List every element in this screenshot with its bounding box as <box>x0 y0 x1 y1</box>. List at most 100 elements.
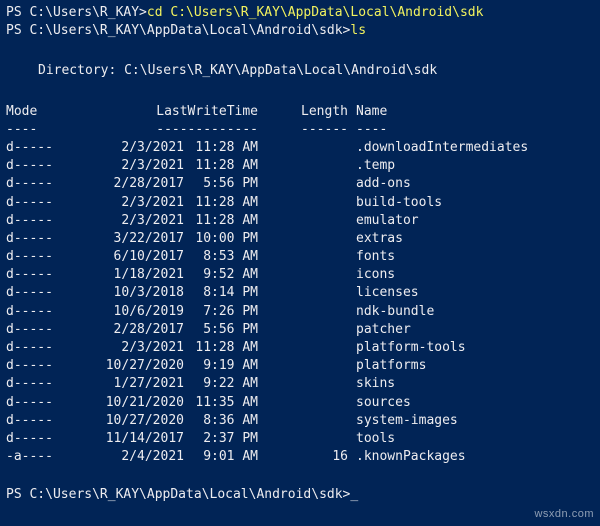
cell-time: 11:28 AM <box>192 212 266 230</box>
table-row: d-----10/21/202011:35 AMsources <box>6 394 594 412</box>
cell-length <box>266 412 356 430</box>
table-row: d-----10/3/20188:14 PM licenses <box>6 284 594 302</box>
cell-name: tools <box>356 430 594 448</box>
cell-time: 9:01 AM <box>192 448 266 466</box>
prompt: PS C:\Users\R_KAY\AppData\Local\Android\… <box>6 486 350 504</box>
cell-time: 5:56 PM <box>192 175 266 193</box>
cell-mode: d----- <box>6 284 72 302</box>
cell-mode: d----- <box>6 266 72 284</box>
cell-mode: d----- <box>6 430 72 448</box>
cell-mode: d----- <box>6 157 72 175</box>
cell-length: 16 <box>266 448 356 466</box>
cell-name: add-ons <box>356 175 594 193</box>
cell-name: icons <box>356 266 594 284</box>
cell-mode: d----- <box>6 212 72 230</box>
table-row: d-----10/27/20208:36 AMsystem-images <box>6 412 594 430</box>
cell-length <box>266 230 356 248</box>
cell-length <box>266 321 356 339</box>
table-row: d-----2/28/20175:56 PMadd-ons <box>6 175 594 193</box>
header-lastwritetime: LastWriteTime <box>72 103 266 121</box>
cell-date: 2/3/2021 <box>72 339 192 357</box>
cell-date: 10/21/2020 <box>72 394 192 412</box>
cursor-icon: _ <box>350 486 358 501</box>
table-row: d-----2/3/202111:28 AMemulator <box>6 212 594 230</box>
table-row: d-----1/27/20219:22 AMskins <box>6 375 594 393</box>
cell-length <box>266 375 356 393</box>
directory-header: Directory: C:\Users\R_KAY\AppData\Local\… <box>6 62 594 80</box>
cell-length <box>266 157 356 175</box>
cell-length <box>266 266 356 284</box>
cell-date: 2/4/2021 <box>72 448 192 466</box>
cell-length <box>266 339 356 357</box>
cell-date: 10/6/2019 <box>72 303 192 321</box>
directory-listing: Mode LastWriteTime Length Name ---- ----… <box>6 103 594 467</box>
table-row: -a----2/4/20219:01 AM16.knownPackages <box>6 448 594 466</box>
cell-date: 2/3/2021 <box>72 157 192 175</box>
cell-mode: -a---- <box>6 448 72 466</box>
table-row: d-----3/22/201710:00 PMextras <box>6 230 594 248</box>
header-dash: ------ <box>266 121 356 139</box>
cell-mode: d----- <box>6 230 72 248</box>
cell-date: 11/14/2017 <box>72 430 192 448</box>
cell-length <box>266 139 356 157</box>
table-row: d-----10/6/20197:26 PM ndk-bundle <box>6 303 594 321</box>
cell-mode: d----- <box>6 412 72 430</box>
cell-name: ndk-bundle <box>356 303 594 321</box>
header-dash: ---- <box>6 121 72 139</box>
cell-date: 2/3/2021 <box>72 139 192 157</box>
cell-length <box>266 248 356 266</box>
table-row: d-----2/3/202111:28 AMplatform-tools <box>6 339 594 357</box>
cell-date: 10/27/2020 <box>72 412 192 430</box>
cell-name: patcher <box>356 321 594 339</box>
cell-time: 11:35 AM <box>192 394 266 412</box>
terminal[interactable]: PS C:\Users\R_KAY> cd C:\Users\R_KAY\App… <box>6 4 594 505</box>
header-dash: ---- <box>356 121 594 139</box>
cell-time: 8:53 AM <box>192 248 266 266</box>
prompt: PS C:\Users\R_KAY> <box>6 4 147 22</box>
cell-length <box>266 284 356 302</box>
watermark: wsxdn.com <box>534 507 594 522</box>
table-row: d-----2/3/202111:28 AM.temp <box>6 157 594 175</box>
cell-time: 9:19 AM <box>192 357 266 375</box>
command-cd: cd C:\Users\R_KAY\AppData\Local\Android\… <box>147 4 484 22</box>
cell-name: emulator <box>356 212 594 230</box>
cell-time: 9:22 AM <box>192 375 266 393</box>
command-ls: ls <box>350 22 366 40</box>
cell-mode: d----- <box>6 357 72 375</box>
cell-time: 8:14 PM <box>192 284 266 302</box>
command-line-3[interactable]: PS C:\Users\R_KAY\AppData\Local\Android\… <box>6 486 594 504</box>
table-row: d-----10/27/20209:19 AMplatforms <box>6 357 594 375</box>
cell-time: 8:36 AM <box>192 412 266 430</box>
cell-name: build-tools <box>356 194 594 212</box>
cell-mode: d----- <box>6 139 72 157</box>
cell-name: licenses <box>356 284 594 302</box>
cell-mode: d----- <box>6 394 72 412</box>
cell-mode: d----- <box>6 194 72 212</box>
cell-date: 6/10/2017 <box>72 248 192 266</box>
cell-mode: d----- <box>6 321 72 339</box>
cell-length <box>266 212 356 230</box>
header-name: Name <box>356 103 594 121</box>
cell-time: 2:37 PM <box>192 430 266 448</box>
cell-length <box>266 303 356 321</box>
cell-mode: d----- <box>6 248 72 266</box>
cell-time: 11:28 AM <box>192 194 266 212</box>
cell-length <box>266 175 356 193</box>
table-row: d-----2/28/20175:56 PMpatcher <box>6 321 594 339</box>
table-row: d-----6/10/20178:53 AM fonts <box>6 248 594 266</box>
prompt: PS C:\Users\R_KAY\AppData\Local\Android\… <box>6 22 350 40</box>
cell-time: 7:26 PM <box>192 303 266 321</box>
command-line-1: PS C:\Users\R_KAY> cd C:\Users\R_KAY\App… <box>6 4 594 22</box>
cell-name: extras <box>356 230 594 248</box>
cell-time: 10:00 PM <box>192 230 266 248</box>
cell-time: 11:28 AM <box>192 157 266 175</box>
cell-name: fonts <box>356 248 594 266</box>
table-row: d-----1/18/20219:52 AMicons <box>6 266 594 284</box>
listing-header: Mode LastWriteTime Length Name <box>6 103 594 121</box>
cell-date: 10/3/2018 <box>72 284 192 302</box>
cell-mode: d----- <box>6 303 72 321</box>
cell-length <box>266 194 356 212</box>
cell-mode: d----- <box>6 375 72 393</box>
cell-date: 2/3/2021 <box>72 194 192 212</box>
cell-date: 1/27/2021 <box>72 375 192 393</box>
